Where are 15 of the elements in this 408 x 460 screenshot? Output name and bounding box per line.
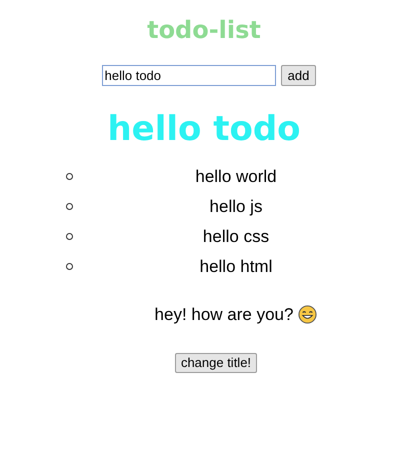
message-text: hey! how are you?: [154, 304, 294, 326]
todo-item: hello css: [202, 226, 270, 248]
add-button[interactable]: add: [280, 65, 316, 86]
heading: hello todo: [107, 108, 301, 151]
bullet-icon: [66, 233, 73, 240]
bullet-icon: [66, 263, 73, 270]
todo-item: hello js: [210, 196, 262, 218]
change-title-button[interactable]: change title!: [174, 352, 258, 372]
bullet-icon: [66, 203, 73, 210]
page-title: todo-list: [147, 15, 261, 46]
todo-input[interactable]: hello todo: [102, 65, 276, 86]
grinning-emoji-icon: [298, 305, 318, 324]
todo-item: hello html: [200, 256, 272, 278]
bullet-icon: [66, 173, 73, 180]
todo-item: hello world: [195, 166, 277, 188]
